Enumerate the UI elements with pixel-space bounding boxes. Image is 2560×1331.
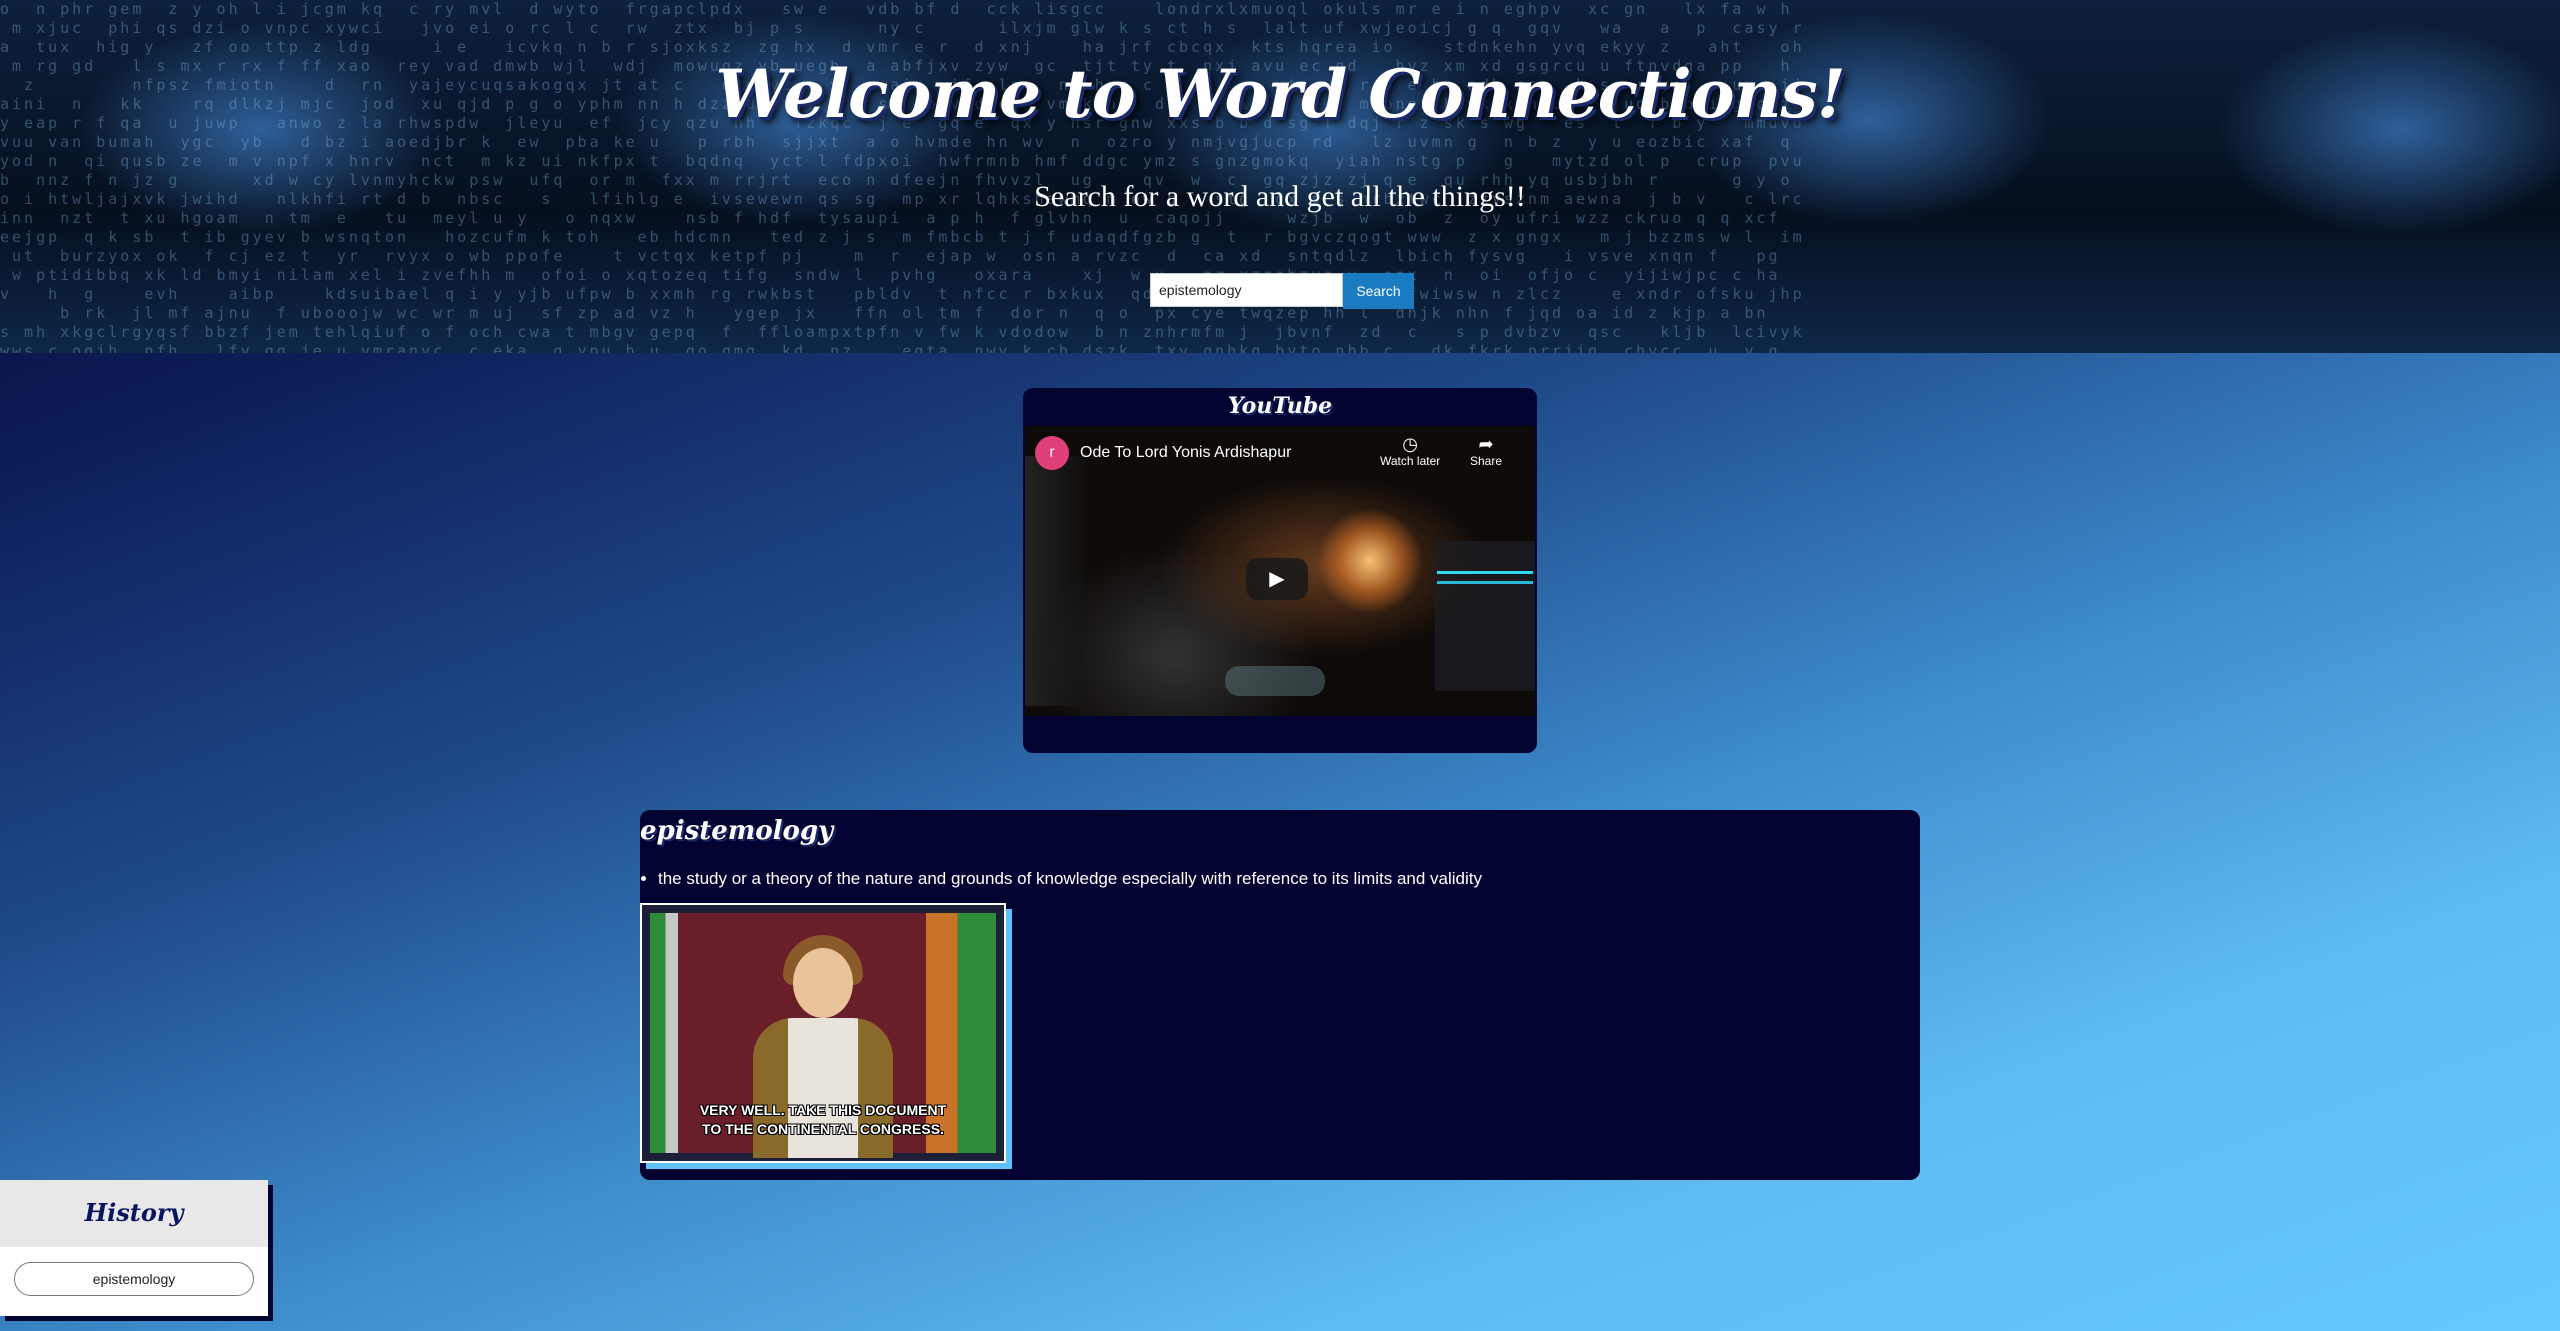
history-title: History	[84, 1198, 184, 1227]
gif-character-head	[793, 948, 853, 1018]
video-highlight-bar	[1437, 571, 1533, 574]
watch-later-button[interactable]: ◷ Watch later	[1380, 434, 1440, 468]
video-highlight-bar	[1437, 581, 1533, 584]
page-subtitle: Search for a word and get all the things…	[1034, 180, 1526, 213]
play-button[interactable]: ▶	[1246, 558, 1308, 600]
history-header: History	[0, 1180, 268, 1247]
history-panel: History epistemology	[0, 1180, 268, 1316]
video-game-right-panel	[1435, 541, 1535, 691]
search-form: Search	[1150, 273, 1414, 309]
video-game-left-panel	[1025, 456, 1085, 706]
play-icon: ▶	[1269, 568, 1285, 590]
channel-avatar[interactable]: r	[1035, 436, 1069, 470]
gif-caption-line: TO THE CONTINENTAL CONGRESS.	[702, 1121, 944, 1137]
history-item[interactable]: epistemology	[14, 1262, 254, 1296]
definition-item: the study or a theory of the nature and …	[658, 868, 1482, 890]
definition-gif: VERY WELL. TAKE THIS DOCUMENT TO THE CON…	[640, 903, 1006, 1163]
gif-scene: VERY WELL. TAKE THIS DOCUMENT TO THE CON…	[650, 913, 996, 1158]
search-input[interactable]	[1150, 273, 1343, 307]
video-game-hud	[1225, 666, 1325, 696]
definition-list: the study or a theory of the nature and …	[640, 868, 1482, 890]
youtube-card: YouTube r Ode To Lord Yonis Ardishapur ◷…	[1023, 388, 1537, 753]
youtube-heading: YouTube	[1227, 393, 1333, 419]
definition-card: epistemology the study or a theory of th…	[640, 810, 1920, 1180]
video-title[interactable]: Ode To Lord Yonis Ardishapur	[1080, 444, 1291, 462]
gif-caption-line: VERY WELL. TAKE THIS DOCUMENT	[699, 1102, 947, 1118]
gif-caption: VERY WELL. TAKE THIS DOCUMENT TO THE CON…	[650, 1101, 996, 1139]
share-button[interactable]: ➦ Share	[1470, 434, 1502, 468]
watch-later-label: Watch later	[1380, 454, 1441, 468]
clock-icon: ◷	[1402, 434, 1418, 454]
search-button[interactable]: Search	[1343, 273, 1414, 309]
definition-word: epistemology	[640, 816, 834, 846]
page-title: Welcome to Word Connections!	[715, 55, 1845, 133]
share-label: Share	[1470, 454, 1503, 468]
header-banner: o n phr gem z y oh l i jcgm kq c ry mvl …	[0, 0, 2560, 353]
share-icon: ➦	[1478, 434, 1494, 454]
youtube-video-player[interactable]: r Ode To Lord Yonis Ardishapur ◷ Watch l…	[1025, 426, 1535, 716]
